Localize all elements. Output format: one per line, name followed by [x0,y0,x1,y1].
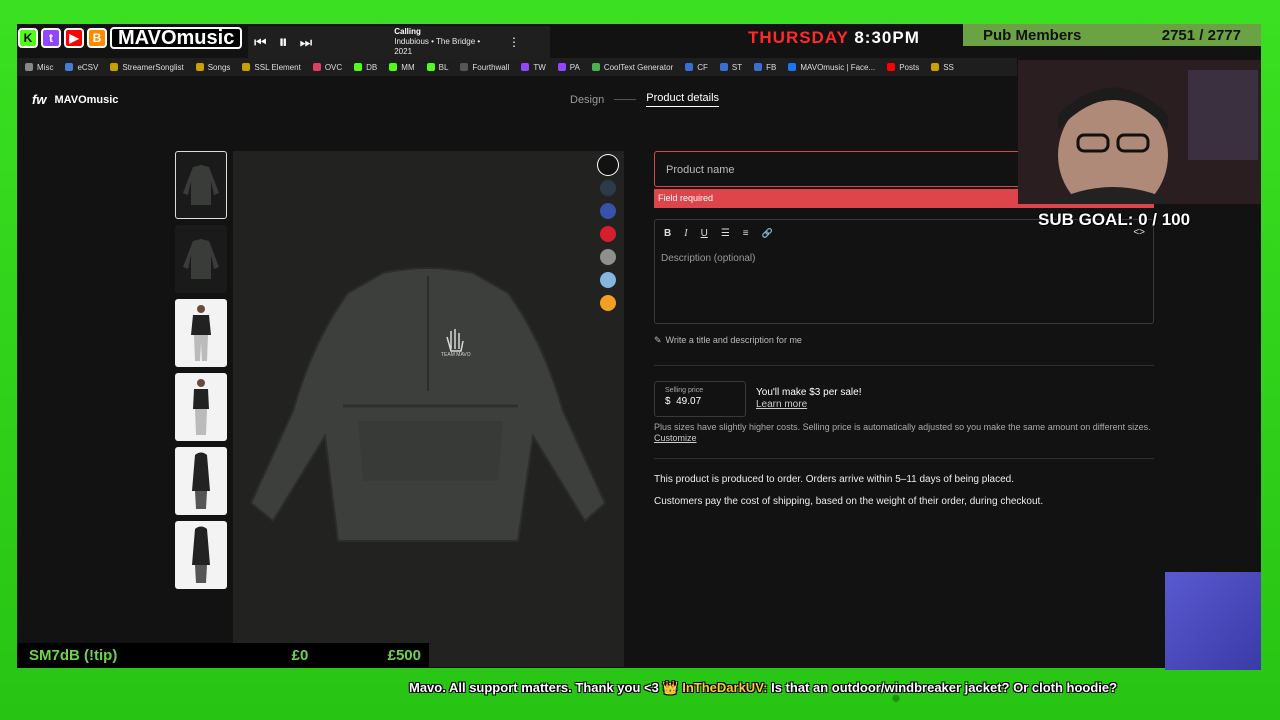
social-badges: K t ▶ B MAVOmusic [18,27,243,49]
music-player: ⏮ ⏸ ⏭ Calling Indubious • The Bridge • 2… [248,26,550,58]
description-placeholder: Description (optional) [661,253,756,264]
bookmark-item[interactable]: TW [521,63,546,72]
bookmark-item[interactable]: Fourthwall [460,63,509,72]
step-nav: Design Product details [570,92,720,107]
underline-icon[interactable]: U [701,228,708,239]
webcam-overlay [1018,60,1261,204]
track-subtitle: Indubious • The Bridge • 2021 [394,37,481,56]
thumbnail-model-front[interactable] [175,299,227,367]
thumbnail-model-side[interactable] [175,373,227,441]
bookmark-item[interactable]: CF [685,63,708,72]
swatch-gold[interactable] [600,295,616,311]
bookmark-item[interactable]: Misc [25,63,53,72]
link-icon[interactable]: 🔗 [762,228,773,239]
bookmark-item[interactable]: PA [557,63,580,72]
bookmark-item[interactable]: CoolText Generator [591,63,673,72]
customize-link[interactable]: Customize [654,433,697,443]
tip-max: £500 [387,647,421,664]
thumbnail-model-hood[interactable] [175,447,227,515]
swatch-black[interactable] [600,157,616,173]
bullet-list-icon[interactable]: ☰ [721,228,730,239]
bookmarks-bar: Misc eCSV StreamerSonglist Songs SSL Ele… [17,58,1017,76]
bookmark-item[interactable]: MM [389,63,415,72]
phone-widget [1165,572,1261,670]
next-track-icon[interactable]: ⏭ [300,34,313,51]
jacket-image: TEAM MAVO [249,267,607,542]
pause-icon[interactable]: ⏸ [279,32,288,53]
swatch-royal-blue[interactable] [600,203,616,219]
italic-icon[interactable]: I [684,228,687,239]
step-design[interactable]: Design [570,94,604,106]
bookmark-item[interactable]: SS [931,63,954,72]
divider [654,458,1154,459]
stream-clock: THURSDAY 8:30PM [748,28,920,48]
pub-members-label: Pub Members [983,26,1082,44]
product-thumbnails [175,151,227,589]
selling-price-input[interactable]: Selling price $ 49.07 [654,381,746,417]
tip-bar: SM7dB (!tip) £0 £500 [17,643,429,668]
divider [654,365,1154,366]
numbered-list-icon[interactable]: ≡ [743,228,749,239]
ai-write-button[interactable]: ✎ Write a title and description for me [654,335,802,346]
production-info: This product is produced to order. Order… [654,474,1015,485]
bookmark-item[interactable]: DB [354,63,377,72]
swatch-grey[interactable] [600,249,616,265]
color-swatches [600,157,616,311]
thumbnail-back[interactable] [175,225,227,293]
shop-logo[interactable]: fw MAVOmusic [32,92,118,107]
bookmark-item[interactable]: MAVOmusic | Face... [788,63,875,72]
youtube-icon: ▶ [64,28,84,48]
step-divider [614,99,637,100]
ticker-text: Mavo. All support matters. Thank you <3 … [409,680,683,695]
bookmark-item[interactable]: FB [754,63,776,72]
bookmark-item[interactable]: SSL Element [242,63,301,72]
step-product-details[interactable]: Product details [646,92,720,107]
earnings-text: You'll make $3 per sale! [756,387,862,398]
swatch-navy[interactable] [600,180,616,196]
bookmark-item[interactable]: Posts [887,63,919,72]
bookmark-item[interactable]: OVC [312,63,342,72]
swatch-light-blue[interactable] [600,272,616,288]
ai-write-label: Write a title and description for me [665,335,802,345]
sub-goal-label: SUB GOAL: 0 / 100 [1038,210,1191,229]
tip-label: SM7dB (!tip) [29,647,118,664]
product-preview: TEAM MAVO [233,151,624,667]
description-editor[interactable]: B I U ☰ ≡ 🔗 <> Description (optional) [654,219,1154,324]
thumbnail-model-back[interactable] [175,521,227,589]
ticker-message: Is that an outdoor/windbreaker jacket? O… [767,680,1118,695]
learn-more-link[interactable]: Learn more [756,399,862,411]
day-label: THURSDAY [748,28,849,47]
shipping-info: Customers pay the cost of shipping, base… [654,496,1044,507]
bandcamp-icon: B [87,28,107,48]
swatch-red[interactable] [600,226,616,242]
bookmark-item[interactable]: ST [719,63,742,72]
fourthwall-logo: fw [32,92,47,107]
bookmark-item[interactable]: StreamerSonglist [110,63,184,72]
pub-members-count: 2751 / 2777 [1161,26,1241,44]
pub-members-bar: Pub Members 2751 / 2777 [963,24,1261,46]
tip-min: £0 [291,647,309,664]
bookmark-item[interactable]: Songs [195,63,230,72]
thumbnail-front[interactable] [175,151,227,219]
twitch-icon: t [41,28,61,48]
previous-track-icon[interactable]: ⏮ [254,34,267,51]
selling-price-label: Selling price [665,387,704,394]
bookmark-item[interactable]: eCSV [65,63,98,72]
selling-price-value: $ 49.07 [665,396,702,407]
shop-name: MAVOmusic [54,93,119,106]
svg-text:TEAM MAVO: TEAM MAVO [441,352,471,358]
kick-icon: K [18,28,38,48]
track-info: Calling Indubious • The Bridge • 2021 [394,27,496,57]
magic-wand-icon: ✎ [654,335,662,345]
time-label: 8:30PM [854,28,920,47]
plus-size-note: Plus sizes have slightly higher costs. S… [654,422,1151,443]
ticker-username: InTheDarkUV: [682,680,768,695]
bookmark-item[interactable]: BL [426,63,448,72]
stream-brand: MAVOmusic [110,27,243,49]
earnings-info: You'll make $3 per sale! Learn more [756,387,862,411]
bold-icon[interactable]: B [664,228,671,239]
more-icon[interactable]: ⋮ [508,35,520,49]
chat-ticker: Mavo. All support matters. Thank you <3 … [0,676,1280,700]
track-title: Calling [394,27,421,36]
